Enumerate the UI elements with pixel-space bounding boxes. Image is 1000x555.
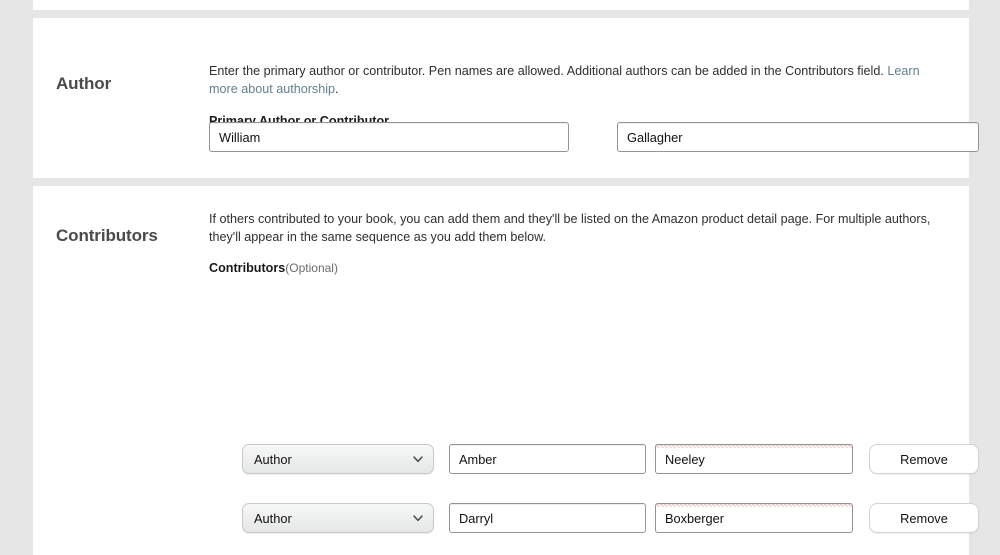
- contributors-field-label: Contributors(Optional): [209, 261, 947, 275]
- primary-author-first-name-input[interactable]: [209, 122, 569, 152]
- contributors-section-title: Contributors: [56, 226, 158, 246]
- contributor-role-select-1[interactable]: AuthorEditorForewordIllustratorIntroduct…: [242, 444, 434, 474]
- contributor-first-name-input-1[interactable]: [449, 444, 646, 474]
- remove-contributor-button-1[interactable]: Remove: [869, 444, 979, 474]
- contributor-role-select-wrapper: AuthorEditorForewordIllustratorIntroduct…: [242, 444, 434, 474]
- contributors-field-label-optional: (Optional): [285, 261, 338, 275]
- primary-author-last-name-input[interactable]: [617, 122, 979, 152]
- previous-section-panel-edge: [33, 0, 969, 10]
- contributor-role-select-wrapper: AuthorEditorForewordIllustratorIntroduct…: [242, 503, 434, 533]
- author-section: Author Enter the primary author or contr…: [33, 18, 979, 178]
- author-section-title: Author: [56, 74, 112, 94]
- contributors-row-list: AuthorEditorForewordIllustratorIntroduct…: [33, 444, 979, 555]
- contributor-row: AuthorEditorForewordIllustratorIntroduct…: [33, 503, 979, 555]
- author-description-text-after-link: .: [335, 82, 339, 96]
- contributor-first-name-input-2[interactable]: [449, 503, 646, 533]
- contributor-row: AuthorEditorForewordIllustratorIntroduct…: [33, 444, 979, 503]
- contributor-last-name-input-1[interactable]: [655, 444, 853, 474]
- contributors-field-label-text: Contributors: [209, 261, 286, 275]
- contributor-last-name-input-2[interactable]: [655, 503, 853, 533]
- remove-contributor-button-2[interactable]: Remove: [869, 503, 979, 533]
- contributor-role-select-2[interactable]: AuthorEditorForewordIllustratorIntroduct…: [242, 503, 434, 533]
- page-root: Author Enter the primary author or contr…: [0, 0, 1000, 555]
- contributors-description: If others contributed to your book, you …: [209, 212, 931, 244]
- author-description-text-before-link: Enter the primary author or contributor.…: [209, 64, 888, 78]
- author-description: Enter the primary author or contributor.…: [209, 62, 947, 98]
- contributors-section: Contributors If others contributed to yo…: [33, 186, 979, 555]
